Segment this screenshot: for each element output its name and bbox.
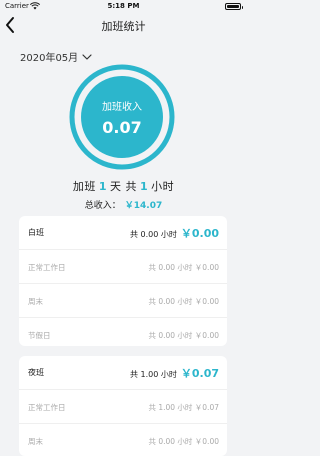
- row-value: 共 0.00 小时 ￥0.00: [148, 263, 219, 272]
- card-total: 共 1.00 小时 ￥0.07: [130, 365, 219, 381]
- card-title: 白班: [28, 228, 44, 237]
- row-label: 周末: [28, 297, 43, 306]
- night-shift-card: 夜班 共 1.00 小时 ￥0.07 正常工作日 共 1.00 小时 ￥0.07…: [19, 356, 227, 456]
- row-label: 正常工作日: [28, 263, 66, 272]
- days-prefix: 加班: [72, 180, 96, 193]
- income-label: 总收入：: [84, 201, 121, 211]
- day-shift-card: 白班 共 0.00 小时 ￥0.00 正常工作日 共 0.00 小时 ￥0.00…: [19, 216, 227, 346]
- status-time: 5:18 PM: [107, 2, 140, 10]
- month-picker[interactable]: 2020年05月: [20, 49, 92, 64]
- list-item[interactable]: 周末 共 0.00 小时 ￥0.00: [19, 424, 227, 456]
- ring-value: 0.07: [102, 118, 142, 137]
- card-header-row[interactable]: 夜班 共 1.00 小时 ￥0.07: [19, 356, 227, 390]
- row-label: 节假日: [28, 331, 51, 340]
- row-value: 共 1.00 小时 ￥0.07: [148, 403, 219, 412]
- total-income-summary: 总收入： ￥14.07: [0, 198, 247, 211]
- card-money: ￥0.00: [180, 227, 219, 240]
- battery-icon: [225, 3, 243, 10]
- ring-center: 加班收入 0.07: [81, 76, 163, 158]
- row-value: 共 0.00 小时 ￥0.00: [148, 437, 219, 446]
- row-label: 正常工作日: [28, 403, 66, 412]
- overtime-days-summary: 加班 1 天 共 1 小时: [0, 178, 247, 194]
- list-item[interactable]: 正常工作日 共 0.00 小时 ￥0.00: [19, 250, 227, 284]
- card-header-row[interactable]: 白班 共 0.00 小时 ￥0.00: [19, 216, 227, 250]
- hours-value: 1: [140, 180, 149, 193]
- list-item[interactable]: 周末 共 0.00 小时 ￥0.00: [19, 284, 227, 318]
- month-label: 2020年05月: [20, 53, 79, 64]
- page-title: 加班统计: [101, 20, 146, 33]
- row-value: 共 0.00 小时 ￥0.00: [148, 297, 219, 306]
- chevron-down-icon: [82, 53, 92, 60]
- hours-unit: 小时: [151, 180, 175, 193]
- days-unit: 天: [110, 180, 122, 193]
- ring-label: 加班收入: [102, 102, 142, 113]
- card-title: 夜班: [28, 368, 44, 377]
- list-item[interactable]: 正常工作日 共 1.00 小时 ￥0.07: [19, 390, 227, 424]
- card-total: 共 0.00 小时 ￥0.00: [130, 225, 219, 241]
- days-value: 1: [98, 180, 107, 193]
- income-ring: 加班收入 0.07: [68, 63, 176, 171]
- income-value: ￥14.07: [124, 201, 163, 211]
- total-prefix: 共: [125, 180, 137, 193]
- navigation-bar: 加班统计: [0, 14, 247, 36]
- card-hours: 共 1.00 小时: [129, 370, 177, 379]
- row-label: 周末: [28, 437, 43, 446]
- card-hours: 共 0.00 小时: [129, 230, 177, 239]
- card-money: ￥0.07: [180, 367, 219, 380]
- row-value: 共 0.00 小时 ￥0.00: [148, 331, 219, 340]
- list-item[interactable]: 节假日 共 0.00 小时 ￥0.00: [19, 318, 227, 346]
